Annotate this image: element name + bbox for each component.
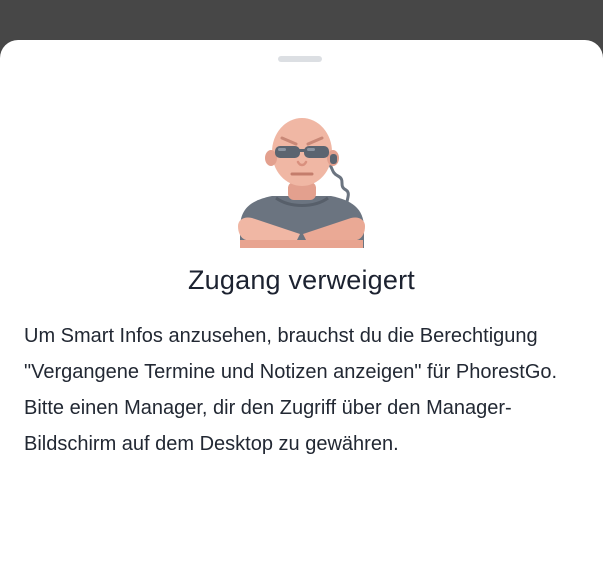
dialog-message: Um Smart Infos anzusehen, brauchst du di… [24,325,558,455]
access-denied-bottom-sheet: Zugang verweigert Um Smart Infos anzuseh… [0,40,603,561]
drag-handle[interactable] [278,56,322,62]
security-guard-icon [238,118,365,248]
dialog-title: Zugang verweigert [187,265,416,295]
